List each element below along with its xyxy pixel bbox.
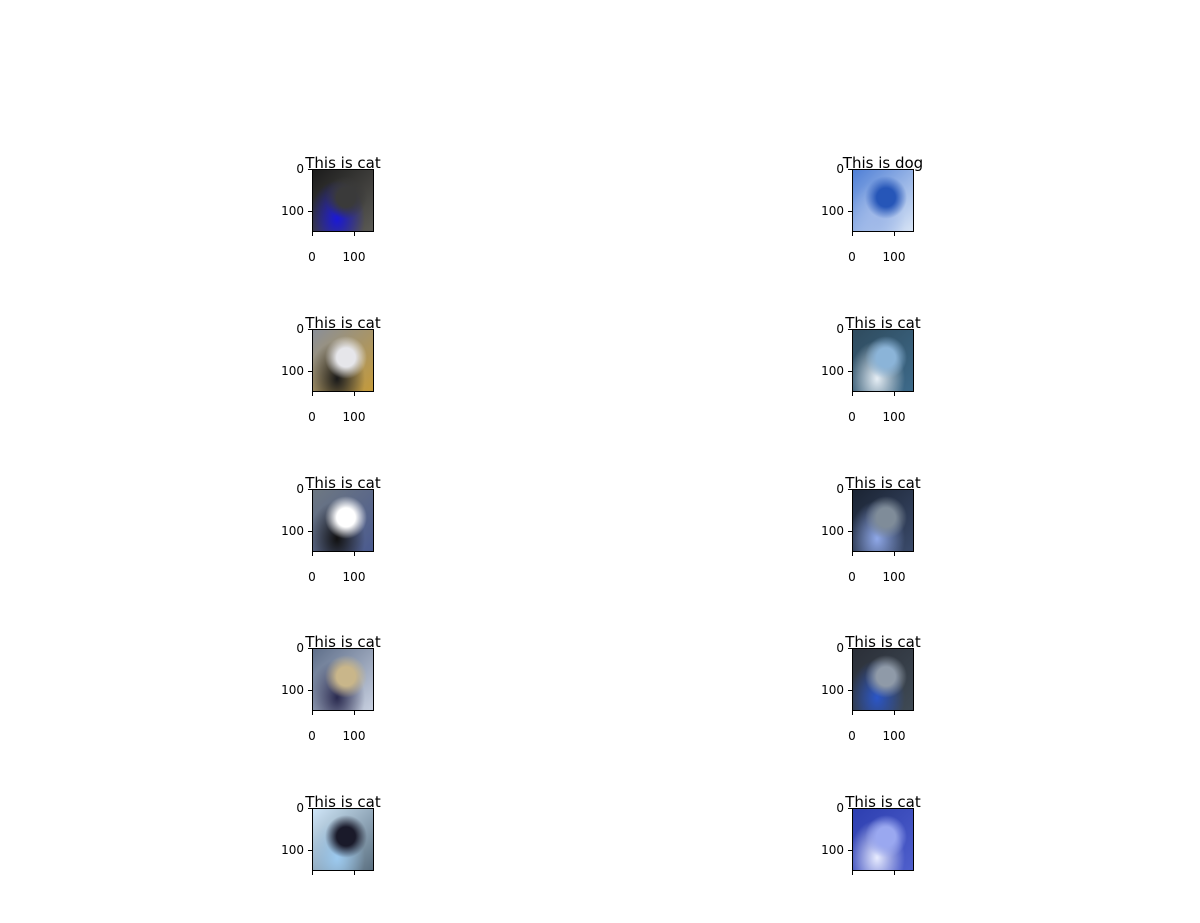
x-tick-label: 0 bbox=[848, 570, 856, 584]
y-tick bbox=[848, 690, 852, 691]
x-tick bbox=[312, 711, 313, 715]
x-tick bbox=[312, 232, 313, 236]
x-tick bbox=[312, 552, 313, 556]
y-tick bbox=[308, 648, 312, 649]
y-tick bbox=[308, 371, 312, 372]
y-tick bbox=[308, 690, 312, 691]
x-tick-label: 100 bbox=[342, 250, 366, 264]
y-tick bbox=[308, 329, 312, 330]
y-tick-label: 0 bbox=[296, 801, 304, 815]
x-tick bbox=[894, 392, 895, 396]
x-tick bbox=[852, 232, 853, 236]
subplot-3: This is cat 0 100 0 100 bbox=[281, 314, 442, 444]
subplot-5: This is cat 0 100 0 100 bbox=[281, 474, 442, 604]
x-tick-label: 0 bbox=[308, 250, 316, 264]
x-tick bbox=[354, 392, 355, 396]
x-tick-label: 100 bbox=[882, 729, 906, 743]
y-tick bbox=[308, 850, 312, 851]
y-tick bbox=[848, 329, 852, 330]
x-tick bbox=[894, 552, 895, 556]
x-tick bbox=[354, 871, 355, 875]
x-tick bbox=[312, 392, 313, 396]
x-tick bbox=[312, 871, 313, 875]
x-tick bbox=[852, 552, 853, 556]
y-tick bbox=[848, 648, 852, 649]
y-tick-label: 0 bbox=[296, 482, 304, 496]
subplot-8: This is cat 0 100 0 100 bbox=[821, 633, 982, 763]
y-tick-label: 100 bbox=[821, 204, 844, 218]
subplot-6: This is cat 0 100 0 100 bbox=[821, 474, 982, 604]
y-tick bbox=[848, 850, 852, 851]
x-tick bbox=[894, 232, 895, 236]
y-tick-label: 100 bbox=[281, 843, 304, 857]
x-tick bbox=[894, 871, 895, 875]
y-tick-label: 100 bbox=[821, 843, 844, 857]
y-tick-label: 100 bbox=[821, 364, 844, 378]
x-tick-label: 100 bbox=[882, 570, 906, 584]
image-thumbnail bbox=[852, 169, 914, 232]
subplot-7: This is cat 0 100 0 100 bbox=[281, 633, 442, 763]
y-tick-label: 100 bbox=[281, 364, 304, 378]
y-tick bbox=[308, 489, 312, 490]
x-tick-label: 100 bbox=[882, 250, 906, 264]
y-tick bbox=[308, 531, 312, 532]
y-tick bbox=[848, 211, 852, 212]
y-tick-label: 0 bbox=[296, 162, 304, 176]
y-tick-label: 100 bbox=[821, 524, 844, 538]
subplot-1: This is cat 0 100 0 100 bbox=[281, 154, 442, 284]
image-thumbnail bbox=[852, 808, 914, 871]
y-tick bbox=[848, 489, 852, 490]
x-tick bbox=[354, 552, 355, 556]
y-tick-label: 0 bbox=[836, 641, 844, 655]
image-thumbnail bbox=[852, 329, 914, 392]
x-tick-label: 0 bbox=[848, 729, 856, 743]
x-tick-label: 0 bbox=[848, 410, 856, 424]
y-tick bbox=[848, 531, 852, 532]
y-tick-label: 0 bbox=[296, 641, 304, 655]
y-tick-label: 100 bbox=[281, 204, 304, 218]
y-tick-label: 100 bbox=[821, 683, 844, 697]
y-tick bbox=[308, 211, 312, 212]
image-thumbnail bbox=[852, 489, 914, 552]
x-tick-label: 100 bbox=[342, 570, 366, 584]
subplot-9: This is cat 0 100 bbox=[281, 793, 442, 923]
y-tick bbox=[308, 808, 312, 809]
x-tick-label: 0 bbox=[308, 410, 316, 424]
image-thumbnail bbox=[312, 329, 374, 392]
x-tick bbox=[852, 711, 853, 715]
image-thumbnail bbox=[312, 169, 374, 232]
y-tick-label: 0 bbox=[836, 322, 844, 336]
x-tick-label: 0 bbox=[308, 729, 316, 743]
x-tick bbox=[894, 711, 895, 715]
x-tick bbox=[354, 232, 355, 236]
y-tick-label: 0 bbox=[836, 482, 844, 496]
x-tick bbox=[852, 392, 853, 396]
y-tick bbox=[848, 371, 852, 372]
x-tick-label: 0 bbox=[308, 570, 316, 584]
y-tick bbox=[848, 169, 852, 170]
image-thumbnail bbox=[852, 648, 914, 711]
x-tick bbox=[852, 871, 853, 875]
y-tick bbox=[848, 808, 852, 809]
y-tick-label: 0 bbox=[836, 801, 844, 815]
subplot-4: This is cat 0 100 0 100 bbox=[821, 314, 982, 444]
image-thumbnail bbox=[312, 648, 374, 711]
subplot-2: This is dog 0 100 0 100 bbox=[821, 154, 982, 284]
y-tick-label: 0 bbox=[836, 162, 844, 176]
y-tick-label: 100 bbox=[281, 524, 304, 538]
y-tick bbox=[308, 169, 312, 170]
image-thumbnail bbox=[312, 489, 374, 552]
y-tick-label: 100 bbox=[281, 683, 304, 697]
x-tick-label: 100 bbox=[342, 410, 366, 424]
x-tick bbox=[354, 711, 355, 715]
subplot-10: This is cat 0 100 bbox=[821, 793, 982, 923]
image-thumbnail bbox=[312, 808, 374, 871]
x-tick-label: 100 bbox=[342, 729, 366, 743]
y-tick-label: 0 bbox=[296, 322, 304, 336]
x-tick-label: 100 bbox=[882, 410, 906, 424]
x-tick-label: 0 bbox=[848, 250, 856, 264]
